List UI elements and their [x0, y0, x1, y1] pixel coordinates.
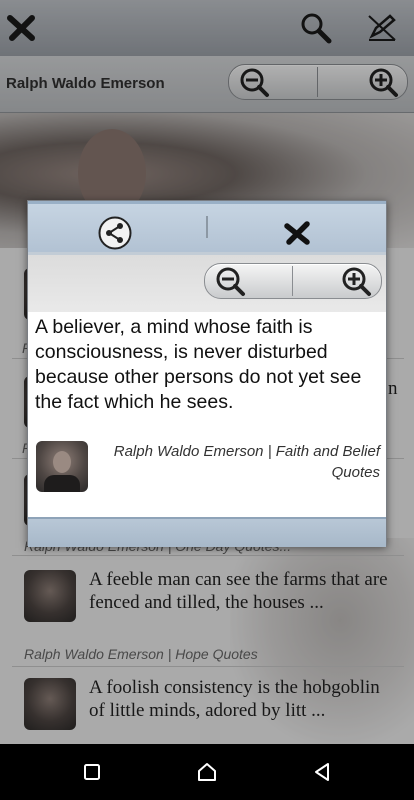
share-button[interactable] [98, 216, 132, 250]
dialog-zoom-control [204, 263, 382, 299]
quote-text: A believer, a mind whose faith is consci… [35, 316, 362, 413]
dialog-zoom-out-button[interactable] [205, 264, 292, 298]
dialog-zoom-row [28, 252, 386, 312]
dialog-close-button[interactable] [280, 216, 314, 250]
back-triangle-icon [315, 763, 329, 781]
dialog-header [28, 201, 386, 252]
share-icon [98, 216, 132, 250]
recents-button[interactable] [80, 760, 104, 784]
home-icon [198, 763, 216, 781]
close-icon [284, 221, 310, 245]
square-icon [84, 764, 100, 780]
zoom-in-icon [342, 267, 371, 296]
dialog-zoom-in-button[interactable] [293, 264, 381, 298]
quote-dialog: A believer, a mind whose faith is consci… [27, 200, 387, 547]
author-attribution: Ralph Waldo Emerson | Faith and Belief Q… [113, 443, 380, 481]
header-separator [206, 216, 208, 238]
dialog-footer [28, 517, 386, 547]
back-button[interactable] [310, 760, 334, 784]
system-nav-bar [0, 744, 414, 800]
author-avatar [36, 441, 88, 492]
zoom-out-icon [216, 267, 245, 296]
home-button[interactable] [195, 760, 219, 784]
